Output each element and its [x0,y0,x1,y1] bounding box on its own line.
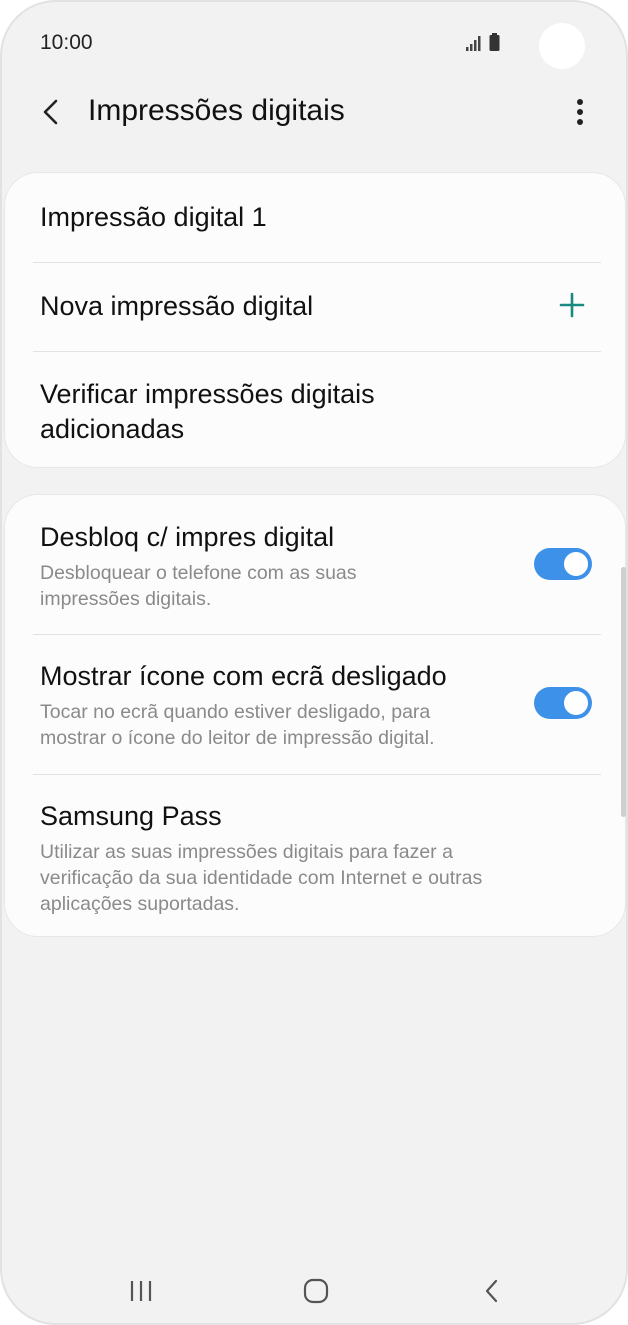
check-fingerprints-label-line2: adicionadas [40,414,185,444]
back-arrow-icon [43,99,58,125]
fingerprint-unlock-item[interactable]: Desbloq c/ impres digital Desbloquear o … [5,495,625,634]
status-time: 10:00 [40,31,93,54]
scrollbar[interactable] [621,567,626,817]
status-bar: 10:00 [2,2,626,84]
recent-apps-icon [130,1281,152,1301]
fingerprint-unlock-title: Desbloq c/ impres digital [40,522,335,552]
samsung-pass-title: Samsung Pass [40,801,222,831]
more-options-button[interactable] [558,90,602,134]
signal-battery-icons [466,33,500,51]
samsung-pass-item[interactable]: Samsung Pass Utilizar as suas impressões… [5,775,625,936]
show-icon-screen-off-item[interactable]: Mostrar ícone com ecrã desligado Tocar n… [5,635,625,774]
show-icon-screen-off-subtitle-line2: mostrar o ícone do leitor de impressão d… [40,727,435,749]
plus-icon[interactable] [557,290,587,320]
fingerprint-1-label: Impressão digital 1 [40,202,267,232]
signal-icon [466,36,481,51]
fingerprint-unlock-toggle[interactable] [534,548,592,580]
samsung-pass-subtitle-line3: aplicações suportadas. [40,893,240,915]
add-fingerprint-item[interactable]: Nova impressão digital [5,263,625,351]
add-fingerprint-label: Nova impressão digital [40,291,314,321]
show-icon-screen-off-toggle[interactable] [534,687,592,719]
fingerprints-card: Impressão digital 1 Nova impressão digit… [4,172,626,468]
home-icon [303,1278,329,1304]
show-icon-screen-off-subtitle-line1: Tocar no ecrã quando estiver desligado, … [40,701,431,723]
samsung-pass-subtitle-line1: Utilizar as suas impressões digitais par… [40,841,453,863]
more-vert-icon [577,99,583,125]
back-button[interactable] [30,90,74,134]
fingerprint-unlock-subtitle-line2: impressões digitais. [40,588,212,610]
page-title: Impressões digitais [88,94,345,127]
toggle-knob [562,550,590,578]
fingerprint-1-item[interactable]: Impressão digital 1 [5,173,625,262]
show-icon-screen-off-title: Mostrar ícone com ecrã desligado [40,661,447,691]
fingerprint-settings-card: Desbloq c/ impres digital Desbloquear o … [4,494,626,937]
check-fingerprints-label-line1: Verificar impressões digitais [40,379,375,409]
recent-apps-button[interactable] [117,1271,165,1311]
toggle-knob [562,689,590,717]
system-back-button[interactable] [468,1271,516,1311]
navigation-bar [2,1257,626,1323]
phone-screen: 10:00 Impressões digitais Impressão digi… [0,0,628,1325]
battery-icon [489,33,500,51]
home-button[interactable] [292,1271,340,1311]
back-icon [485,1279,498,1303]
check-fingerprints-item[interactable]: Verificar impressões digitais adicionada… [5,352,625,467]
fingerprint-unlock-subtitle-line1: Desbloquear o telefone com as suas [40,562,357,584]
app-bar: Impressões digitais [2,84,626,144]
samsung-pass-subtitle-line2: verificação da sua identidade com Intern… [40,867,483,889]
front-camera [539,23,585,69]
